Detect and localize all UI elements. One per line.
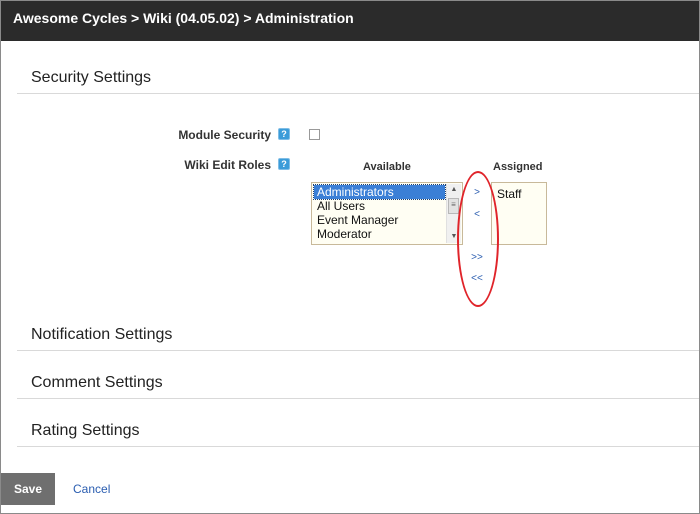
remove-role-button[interactable]: < bbox=[466, 209, 488, 220]
module-security-label: Module Security bbox=[178, 128, 271, 142]
section-comment-settings[interactable]: Comment Settings bbox=[17, 372, 699, 399]
section-title: Security Settings bbox=[31, 69, 152, 86]
list-item[interactable]: Event Manager bbox=[312, 213, 446, 227]
section-title: Notification Settings bbox=[31, 326, 173, 343]
list-item[interactable]: Administrators bbox=[313, 184, 446, 200]
list-item[interactable]: Staff bbox=[492, 187, 546, 201]
available-roles-listbox[interactable]: Administrators All Users Event Manager M… bbox=[311, 182, 463, 245]
module-security-checkbox[interactable] bbox=[309, 129, 320, 140]
admin-window: Awesome Cycles > Wiki (04.05.02) > Admin… bbox=[0, 0, 700, 514]
available-header: Available bbox=[363, 161, 411, 173]
assigned-roles-listbox[interactable]: Staff bbox=[491, 182, 547, 245]
breadcrumb: Awesome Cycles > Wiki (04.05.02) > Admin… bbox=[1, 1, 699, 41]
list-item[interactable]: All Users bbox=[312, 199, 446, 213]
scroll-down-icon[interactable]: ▼ bbox=[447, 231, 461, 243]
add-all-roles-button[interactable]: >> bbox=[466, 252, 488, 263]
cancel-link[interactable]: Cancel bbox=[73, 482, 110, 496]
section-notification-settings[interactable]: Notification Settings bbox=[17, 324, 699, 351]
section-title: Rating Settings bbox=[31, 422, 140, 439]
section-rating-settings[interactable]: Rating Settings bbox=[17, 420, 699, 447]
available-scrollbar[interactable]: ▲ ≡ ▼ bbox=[446, 184, 461, 243]
save-button[interactable]: Save bbox=[1, 473, 55, 505]
add-role-button[interactable]: > bbox=[466, 187, 488, 198]
help-icon[interactable]: ? bbox=[278, 158, 290, 170]
wiki-edit-roles-label: Wiki Edit Roles bbox=[184, 158, 271, 172]
remove-all-roles-button[interactable]: << bbox=[466, 273, 488, 284]
assigned-header: Assigned bbox=[493, 161, 543, 173]
section-security-settings[interactable]: Security Settings bbox=[17, 67, 699, 94]
help-icon[interactable]: ? bbox=[278, 128, 290, 140]
section-title: Comment Settings bbox=[31, 374, 163, 391]
list-item[interactable]: Moderator bbox=[312, 227, 446, 241]
scroll-up-icon[interactable]: ▲ bbox=[447, 184, 461, 196]
scroll-thumb[interactable]: ≡ bbox=[448, 198, 459, 214]
